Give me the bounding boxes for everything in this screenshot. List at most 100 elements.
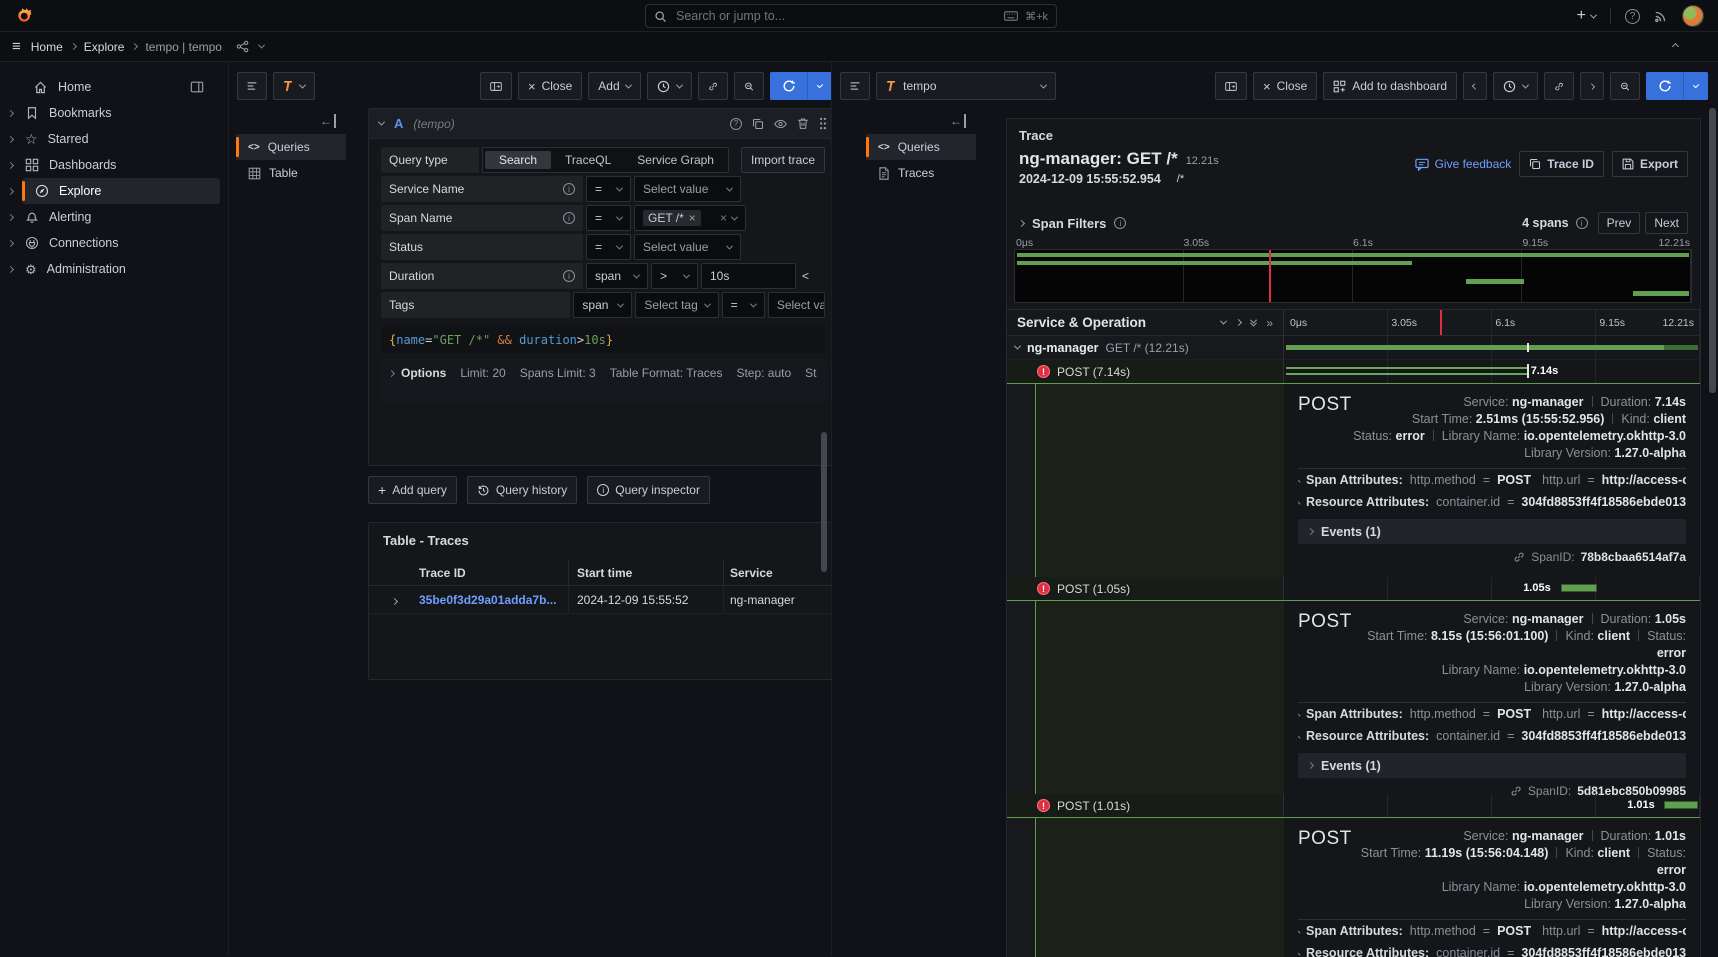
span-attributes-toggle[interactable]: Span Attributes:http.method=POSThttp.url… — [1298, 703, 1686, 725]
trace-minimap[interactable]: 0μs 3.05s 6.1s 9.15s 12.21s — [1014, 237, 1692, 303]
run-query-button-right[interactable] — [1646, 72, 1708, 100]
sidebar-item-dashboards[interactable]: Dashboards — [0, 152, 228, 178]
close-split-button-left[interactable]: ×Close — [518, 72, 582, 100]
add-query-button[interactable]: +Add query — [368, 476, 457, 504]
row-expander-icon[interactable] — [369, 593, 419, 607]
collapse-pane-icon[interactable]: ← — [866, 108, 976, 134]
help-icon[interactable]: ? — [1625, 9, 1640, 24]
add-dropdown-button[interactable]: Add — [588, 72, 640, 100]
info-icon[interactable]: i — [563, 183, 575, 195]
next-span-button[interactable]: Next — [1645, 212, 1688, 234]
tags-value-select[interactable]: Select va — [768, 292, 825, 318]
query-rows-list-icon[interactable] — [237, 72, 267, 100]
tab-traces-right[interactable]: Traces — [866, 160, 976, 186]
query-options[interactable]: Options Limit: 20 Spans Limit: 3 Table F… — [381, 359, 825, 402]
clear-select-icon[interactable]: × — [720, 211, 727, 225]
span-row-root[interactable]: ng-manager GET /* (12.21s) — [1007, 336, 1700, 360]
col-header-trace-id[interactable]: Trace ID — [419, 560, 569, 586]
sidebar-item-home[interactable]: Home — [0, 74, 228, 100]
search-input[interactable] — [674, 8, 997, 24]
breadcrumb-explore[interactable]: Explore — [84, 40, 125, 54]
collapse-children-icon[interactable] — [1014, 343, 1021, 350]
query-rows-list-icon[interactable] — [840, 72, 870, 100]
sidebar-item-starred[interactable]: ☆ Starred — [0, 126, 228, 152]
breadcrumb-actions-caret[interactable] — [258, 42, 265, 49]
panel-title-table-traces[interactable]: Table - Traces — [369, 523, 837, 560]
span-row-post-2[interactable]: ! POST (1.05s) 1.05s — [1007, 577, 1700, 600]
split-view-icon[interactable] — [480, 72, 512, 100]
remove-query-icon[interactable] — [797, 117, 809, 130]
news-icon[interactable] — [1654, 9, 1668, 23]
collapse-pane-icon[interactable]: ← — [236, 108, 346, 134]
span-row-post-3[interactable]: ! POST (1.01s) 1.01s — [1007, 794, 1700, 817]
info-icon[interactable]: i — [1576, 217, 1588, 229]
trace-id-link[interactable]: 35be0f3d29a01adda7b... — [419, 586, 569, 614]
sidebar-item-administration[interactable]: ⚙ Administration — [0, 256, 228, 282]
zoom-out-icon-right[interactable] — [1610, 72, 1640, 100]
add-to-dashboard-button[interactable]: Add to dashboard — [1323, 72, 1457, 100]
sidebar-item-alerting[interactable]: Alerting — [0, 204, 228, 230]
grafana-logo[interactable] — [13, 5, 34, 26]
duration-op2[interactable]: < — [799, 269, 809, 283]
query-history-button[interactable]: Query history — [467, 476, 577, 504]
duration-value-input[interactable] — [701, 263, 796, 289]
run-query-button-left[interactable] — [770, 72, 832, 100]
span-name-chip[interactable]: GET /*× — [643, 210, 701, 226]
trace-id-button[interactable]: Trace ID — [1519, 151, 1604, 177]
scrollbar-right-pane[interactable] — [1709, 108, 1716, 393]
zoom-out-icon-left[interactable] — [734, 72, 764, 100]
span-name-op-select[interactable]: = — [586, 205, 631, 231]
import-trace-button[interactable]: Import trace — [741, 147, 825, 173]
prev-span-button[interactable]: Prev — [1598, 212, 1641, 234]
sidebar-item-explore[interactable]: Explore — [0, 178, 228, 204]
table-row[interactable]: 35be0f3d29a01adda7b... 2024-12-09 15:55:… — [369, 586, 837, 614]
time-shift-back-icon[interactable] — [1463, 72, 1487, 100]
query-inspector-button[interactable]: iQuery inspector — [587, 476, 710, 504]
link-icon-right[interactable] — [1544, 72, 1574, 100]
give-feedback-link[interactable]: Give feedback — [1415, 157, 1512, 171]
tab-search[interactable]: Search — [485, 151, 551, 169]
tags-scope-select[interactable]: span — [573, 292, 632, 318]
expand-all-icon[interactable]: » — [1266, 316, 1273, 330]
tab-service-graph[interactable]: Service Graph — [625, 151, 726, 169]
sidebar-item-connections[interactable]: Connections — [0, 230, 228, 256]
disable-query-icon[interactable] — [774, 118, 787, 130]
collapse-one-icon[interactable] — [1220, 318, 1227, 325]
panel-title-trace[interactable]: Trace — [1007, 119, 1700, 145]
duration-op-select[interactable]: > — [651, 263, 698, 289]
link-icon-left[interactable] — [698, 72, 728, 100]
collapse-header-icon[interactable] — [1672, 43, 1679, 50]
span-attributes-toggle[interactable]: Span Attributes:http.method=POSThttp.url… — [1298, 920, 1686, 942]
tab-traceql[interactable]: TraceQL — [553, 151, 623, 169]
events-toggle[interactable]: Events (1) — [1298, 519, 1686, 544]
status-op-select[interactable]: = — [586, 234, 631, 260]
drag-handle-icon[interactable] — [819, 117, 827, 130]
status-value-select[interactable]: Select value — [634, 234, 741, 260]
tab-queries-left[interactable]: <> Queries — [236, 134, 346, 160]
span-row-post-1[interactable]: ! POST (7.14s) 7.14s — [1007, 360, 1700, 383]
query-help-icon[interactable]: ? — [730, 118, 742, 130]
service-name-value-select[interactable]: Select value — [634, 176, 741, 202]
sidebar-item-bookmarks[interactable]: Bookmarks — [0, 100, 228, 126]
time-picker-left[interactable] — [647, 72, 692, 100]
tags-op-select[interactable]: = — [722, 292, 765, 318]
datasource-picker-right[interactable]: T tempo — [876, 72, 1056, 100]
span-attributes-toggle[interactable]: Span Attributes:http.method=POSThttp.url… — [1298, 469, 1686, 491]
tab-table-left[interactable]: Table — [236, 160, 346, 186]
export-button[interactable]: Export — [1612, 151, 1688, 177]
datasource-picker-left[interactable]: T — [273, 72, 315, 100]
collapse-all-icon[interactable] — [1251, 319, 1256, 327]
col-header-start-time[interactable]: Start time — [569, 560, 724, 586]
info-icon[interactable]: i — [563, 212, 575, 224]
span-filters-toggle[interactable]: Span Filters — [1032, 216, 1106, 231]
tags-key-select[interactable]: Select tag — [635, 292, 718, 318]
duplicate-query-icon[interactable] — [752, 118, 764, 130]
share-shortcut-icon[interactable] — [236, 40, 249, 53]
split-view-icon[interactable] — [1215, 72, 1247, 100]
service-name-op-select[interactable]: = — [586, 176, 631, 202]
expand-one-icon[interactable] — [1235, 319, 1242, 326]
info-icon[interactable]: i — [1114, 217, 1126, 229]
time-picker-right[interactable] — [1493, 72, 1538, 100]
link-icon[interactable] — [1513, 551, 1525, 563]
add-menu-button[interactable]: + — [1577, 7, 1596, 25]
